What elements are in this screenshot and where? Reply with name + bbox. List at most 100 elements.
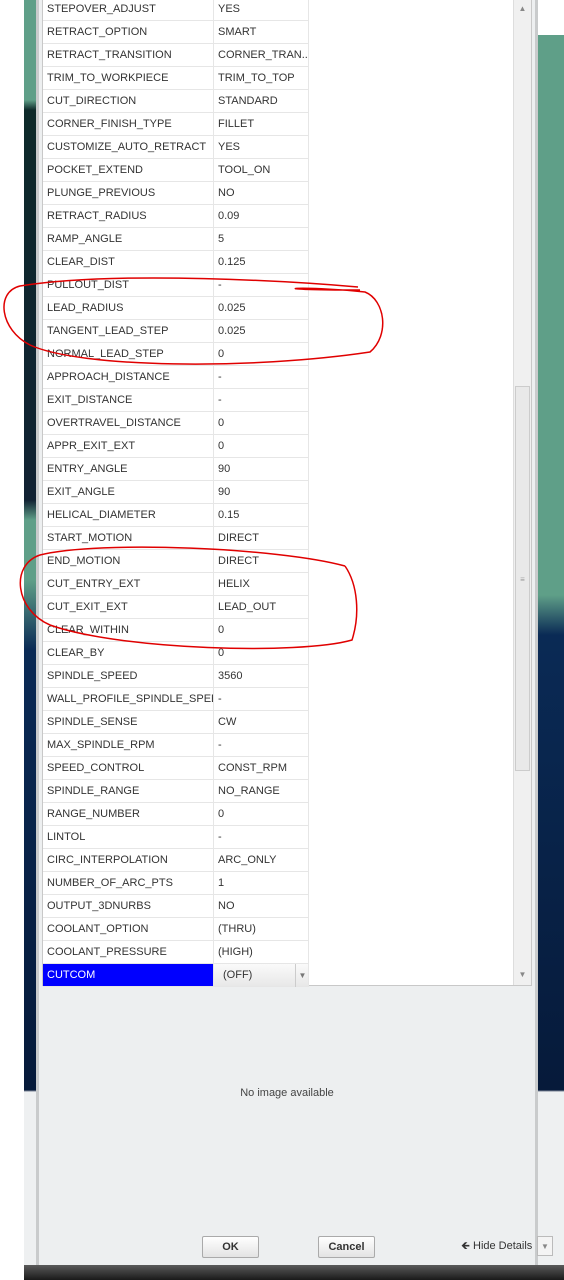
parameter-value[interactable]: FILLET: [214, 113, 309, 136]
table-row[interactable]: HELICAL_DIAMETER 0.15: [43, 504, 309, 527]
parameter-value[interactable]: 0.025: [214, 297, 309, 320]
table-row[interactable]: CUSTOMIZE_AUTO_RETRACT YES: [43, 136, 309, 159]
parameter-value[interactable]: 0: [214, 803, 309, 826]
parameter-value[interactable]: NO: [214, 895, 309, 918]
table-row[interactable]: RETRACT_TRANSITION CORNER_TRAN...: [43, 44, 309, 67]
parameter-value[interactable]: NO: [214, 182, 309, 205]
parameter-value[interactable]: -: [214, 366, 309, 389]
parameter-value[interactable]: 1: [214, 872, 309, 895]
table-row[interactable]: SPEED_CONTROL CONST_RPM: [43, 757, 309, 780]
table-row[interactable]: NORMAL_LEAD_STEP 0: [43, 343, 309, 366]
table-row[interactable]: END_MOTION DIRECT: [43, 550, 309, 573]
scroll-thumb[interactable]: ≡: [515, 386, 530, 771]
parameter-name: CLEAR_BY: [43, 642, 214, 665]
parameter-value[interactable]: HELIX: [214, 573, 309, 596]
table-row[interactable]: SPINDLE_SENSE CW: [43, 711, 309, 734]
parameter-value[interactable]: 0.09: [214, 205, 309, 228]
parameter-value[interactable]: DIRECT: [214, 550, 309, 573]
parameter-value[interactable]: LEAD_OUT: [214, 596, 309, 619]
parameter-value[interactable]: -: [214, 688, 309, 711]
parameter-value[interactable]: 3560: [214, 665, 309, 688]
table-row[interactable]: CORNER_FINISH_TYPE FILLET: [43, 113, 309, 136]
table-row[interactable]: TRIM_TO_WORKPIECE TRIM_TO_TOP: [43, 67, 309, 90]
table-row[interactable]: START_MOTION DIRECT: [43, 527, 309, 550]
ok-button[interactable]: OK: [202, 1236, 259, 1258]
parameter-value[interactable]: 0: [214, 435, 309, 458]
table-row[interactable]: CLEAR_DIST 0.125: [43, 251, 309, 274]
hide-details-button[interactable]: 🡸 Hide Details: [461, 1236, 532, 1256]
table-row[interactable]: OUTPUT_3DNURBS NO: [43, 895, 309, 918]
table-row[interactable]: CUT_DIRECTION STANDARD: [43, 90, 309, 113]
scroll-up-icon[interactable]: ▲: [514, 1, 531, 17]
parameter-value[interactable]: 0: [214, 619, 309, 642]
details-dropdown-icon[interactable]: ▼: [537, 1236, 553, 1256]
parameter-value[interactable]: TRIM_TO_TOP: [214, 67, 309, 90]
parameter-value[interactable]: CONST_RPM: [214, 757, 309, 780]
table-row[interactable]: PULLOUT_DIST -: [43, 274, 309, 297]
table-row[interactable]: CIRC_INTERPOLATION ARC_ONLY: [43, 849, 309, 872]
table-row[interactable]: SPINDLE_RANGE NO_RANGE: [43, 780, 309, 803]
table-row[interactable]: WALL_PROFILE_SPINDLE_SPEED -: [43, 688, 309, 711]
table-row[interactable]: CUTCOM (OFF) ▼: [43, 964, 309, 987]
parameter-value[interactable]: ARC_ONLY: [214, 849, 309, 872]
table-row[interactable]: RETRACT_OPTION SMART: [43, 21, 309, 44]
parameter-value[interactable]: 0.125: [214, 251, 309, 274]
table-row[interactable]: CLEAR_WITHIN 0: [43, 619, 309, 642]
table-row[interactable]: RANGE_NUMBER 0: [43, 803, 309, 826]
parameter-value[interactable]: YES: [214, 136, 309, 159]
table-row[interactable]: STEPOVER_ADJUST YES: [43, 0, 309, 21]
parameter-value[interactable]: -: [214, 274, 309, 297]
parameter-value[interactable]: 0.15: [214, 504, 309, 527]
table-row[interactable]: OVERTRAVEL_DISTANCE 0: [43, 412, 309, 435]
parameter-name: EXIT_DISTANCE: [43, 389, 214, 412]
table-row[interactable]: LEAD_RADIUS 0.025: [43, 297, 309, 320]
parameter-value[interactable]: 0: [214, 343, 309, 366]
parameter-name: SPINDLE_RANGE: [43, 780, 214, 803]
parameter-name: CUT_DIRECTION: [43, 90, 214, 113]
cancel-button[interactable]: Cancel: [318, 1236, 375, 1258]
parameter-value[interactable]: YES: [214, 0, 309, 21]
table-row[interactable]: EXIT_ANGLE 90: [43, 481, 309, 504]
parameter-value[interactable]: -: [214, 826, 309, 849]
table-row[interactable]: CLEAR_BY 0: [43, 642, 309, 665]
parameter-value[interactable]: NO_RANGE: [214, 780, 309, 803]
table-row[interactable]: POCKET_EXTEND TOOL_ON: [43, 159, 309, 182]
table-row[interactable]: MAX_SPINDLE_RPM -: [43, 734, 309, 757]
parameter-value[interactable]: (THRU): [214, 918, 309, 941]
parameter-value[interactable]: TOOL_ON: [214, 159, 309, 182]
parameter-value[interactable]: 90: [214, 458, 309, 481]
table-scrollbar[interactable]: ▲ ≡ ▼: [513, 0, 531, 985]
scroll-down-icon[interactable]: ▼: [514, 967, 531, 983]
table-row[interactable]: NUMBER_OF_ARC_PTS 1: [43, 872, 309, 895]
parameter-value[interactable]: STANDARD: [214, 90, 309, 113]
table-row[interactable]: APPROACH_DISTANCE -: [43, 366, 309, 389]
parameter-value[interactable]: 0.025: [214, 320, 309, 343]
table-row[interactable]: RETRACT_RADIUS 0.09: [43, 205, 309, 228]
parameter-value[interactable]: CORNER_TRAN...: [214, 44, 309, 67]
parameter-value[interactable]: (HIGH): [214, 941, 309, 964]
table-row[interactable]: COOLANT_OPTION (THRU): [43, 918, 309, 941]
table-row[interactable]: CUT_EXIT_EXT LEAD_OUT: [43, 596, 309, 619]
parameter-value[interactable]: CW: [214, 711, 309, 734]
table-row[interactable]: PLUNGE_PREVIOUS NO: [43, 182, 309, 205]
parameter-value[interactable]: 0: [214, 642, 309, 665]
table-row[interactable]: COOLANT_PRESSURE (HIGH): [43, 941, 309, 964]
parameter-value[interactable]: -: [214, 734, 309, 757]
value-dropdown-icon[interactable]: ▼: [295, 964, 309, 987]
table-row[interactable]: RAMP_ANGLE 5: [43, 228, 309, 251]
parameter-name: ENTRY_ANGLE: [43, 458, 214, 481]
table-row[interactable]: APPR_EXIT_EXT 0: [43, 435, 309, 458]
parameter-value[interactable]: SMART: [214, 21, 309, 44]
parameter-value[interactable]: DIRECT: [214, 527, 309, 550]
table-row[interactable]: ENTRY_ANGLE 90: [43, 458, 309, 481]
parameter-value[interactable]: 0: [214, 412, 309, 435]
parameter-value[interactable]: -: [214, 389, 309, 412]
parameter-value[interactable]: 90: [214, 481, 309, 504]
table-row[interactable]: SPINDLE_SPEED 3560: [43, 665, 309, 688]
table-row[interactable]: CUT_ENTRY_EXT HELIX: [43, 573, 309, 596]
table-row[interactable]: TANGENT_LEAD_STEP 0.025: [43, 320, 309, 343]
parameter-value[interactable]: 5: [214, 228, 309, 251]
table-row[interactable]: LINTOL -: [43, 826, 309, 849]
parameter-name: SPINDLE_SENSE: [43, 711, 214, 734]
table-row[interactable]: EXIT_DISTANCE -: [43, 389, 309, 412]
